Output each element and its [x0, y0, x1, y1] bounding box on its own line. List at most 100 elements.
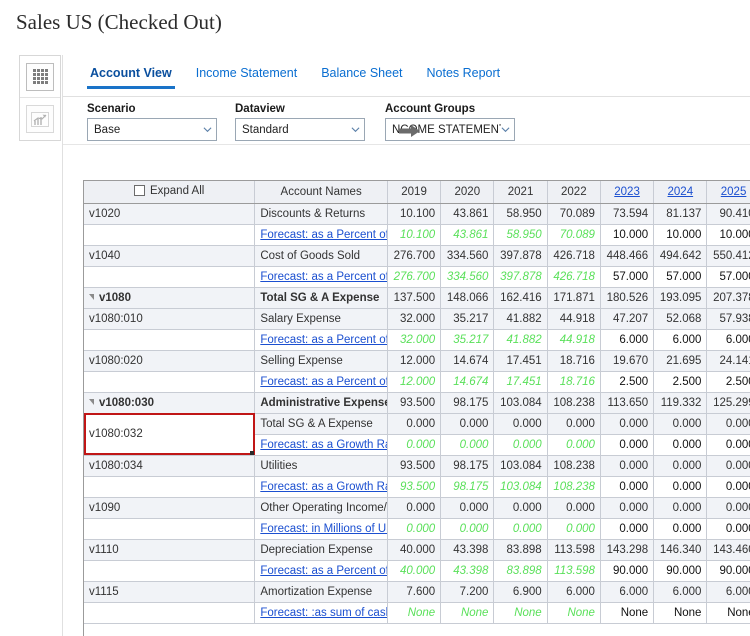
value-cell[interactable]: 0.000: [387, 497, 442, 519]
value-cell[interactable]: 148.066: [440, 287, 495, 309]
forecast-link[interactable]: Forecast: as a Percent of R: [260, 229, 386, 241]
value-cell[interactable]: 21.695: [653, 350, 708, 372]
value-cell[interactable]: 108.238: [547, 455, 601, 477]
value-cell[interactable]: 0.000: [387, 518, 442, 540]
value-cell[interactable]: 10.100: [387, 203, 442, 225]
value-cell[interactable]: 113.650: [600, 392, 655, 414]
value-cell[interactable]: 18.716: [547, 371, 601, 393]
table-row[interactable]: v1080:034 Utilities 93.500 98.175 103.084 108…: [84, 455, 750, 477]
table-row[interactable]: v1020 Discounts & Returns 10.100 43.861 58.9…: [84, 203, 750, 225]
table-row[interactable]: v1115 Amortization Expense 7.600 7.200 6.900…: [84, 581, 750, 603]
value-cell[interactable]: 113.598: [547, 539, 601, 561]
forecast-link-cell[interactable]: Forecast: as a Percent of R: [254, 224, 388, 246]
value-cell[interactable]: 180.526: [600, 287, 655, 309]
table-row[interactable]: v1090 Other Operating Income/(E 0.000 0.000…: [84, 497, 750, 519]
value-cell[interactable]: 334.560: [440, 245, 495, 267]
forecast-link-cell[interactable]: Forecast: in Millions of US: [254, 518, 388, 540]
value-cell[interactable]: 7.200: [440, 581, 495, 603]
value-cell[interactable]: 93.500: [387, 392, 442, 414]
table-row[interactable]: v1080:032 Total SG & A Expense 0.000 0.000 0…: [84, 413, 750, 456]
value-cell[interactable]: 193.095: [653, 287, 708, 309]
value-cell[interactable]: 98.175: [440, 392, 495, 414]
forecast-link[interactable]: Forecast: as a Percent of D: [260, 565, 386, 577]
value-cell[interactable]: 0.000: [493, 518, 548, 540]
value-cell[interactable]: 137.500: [387, 287, 442, 309]
forecast-link[interactable]: Forecast: :as sum of cash: [260, 607, 386, 619]
value-cell[interactable]: 10.000: [600, 224, 655, 246]
value-cell[interactable]: 2.500: [653, 371, 708, 393]
account-code-cell-empty[interactable]: [84, 560, 256, 582]
value-cell[interactable]: None: [493, 602, 548, 624]
year-header-2023[interactable]: 2023: [600, 181, 655, 204]
value-cell[interactable]: 70.089: [547, 224, 601, 246]
value-cell[interactable]: 52.068: [653, 308, 708, 330]
account-code-cell[interactable]: v1080:030: [84, 392, 256, 414]
forecast-link-cell[interactable]: Forecast: as a Percent of D: [254, 560, 388, 582]
value-cell[interactable]: 6.000: [600, 329, 655, 351]
value-cell[interactable]: 0.000: [706, 476, 750, 498]
table-row[interactable]: Forecast: as a Percent of S 12.000 14.674 1…: [84, 371, 750, 393]
table-row[interactable]: Forecast: as a Growth Rate 93.500 98.175 10…: [84, 476, 750, 498]
tab-notes-report[interactable]: Notes Report: [424, 63, 504, 89]
account-code-cell[interactable]: v1080:020: [84, 350, 256, 372]
value-cell[interactable]: 0.000: [600, 434, 655, 456]
value-cell[interactable]: 57.000: [653, 266, 708, 288]
account-code-cell-empty[interactable]: [84, 476, 256, 498]
value-cell[interactable]: 550.412: [706, 245, 750, 267]
value-cell[interactable]: 108.238: [547, 476, 601, 498]
value-cell[interactable]: 0.000: [493, 413, 548, 435]
value-cell[interactable]: 90.410: [706, 203, 750, 225]
value-cell[interactable]: 494.642: [653, 245, 708, 267]
dataview-select[interactable]: Standard: [235, 118, 365, 141]
value-cell[interactable]: 98.175: [440, 455, 495, 477]
forecast-link-cell[interactable]: Forecast: as a Percent of S: [254, 371, 388, 393]
value-cell[interactable]: 103.084: [493, 392, 548, 414]
account-code-cell[interactable]: v1080:010: [84, 308, 256, 330]
value-cell[interactable]: 397.878: [493, 245, 548, 267]
value-cell[interactable]: 83.898: [493, 560, 548, 582]
value-cell[interactable]: 0.000: [547, 434, 601, 456]
value-cell[interactable]: 0.000: [653, 455, 708, 477]
value-cell[interactable]: 44.918: [547, 329, 601, 351]
forecast-link-cell[interactable]: Forecast: as a Growth Rate: [254, 476, 388, 498]
value-cell[interactable]: 35.217: [440, 308, 495, 330]
table-row[interactable]: v1080:030 Administrative Expenses 93.500 98…: [84, 392, 750, 414]
value-cell[interactable]: 81.137: [653, 203, 708, 225]
account-code-cell-empty[interactable]: [84, 518, 256, 540]
value-cell[interactable]: 119.332: [653, 392, 708, 414]
value-cell[interactable]: 57.000: [600, 266, 655, 288]
value-cell[interactable]: 14.674: [440, 371, 495, 393]
value-cell[interactable]: 17.451: [493, 350, 548, 372]
value-cell[interactable]: 70.089: [547, 203, 601, 225]
value-cell[interactable]: 32.000: [387, 308, 442, 330]
value-cell[interactable]: 43.861: [440, 203, 495, 225]
value-cell[interactable]: 2.500: [600, 371, 655, 393]
value-cell[interactable]: 0.000: [653, 518, 708, 540]
value-cell[interactable]: 93.500: [387, 476, 442, 498]
value-cell[interactable]: 58.950: [493, 224, 548, 246]
value-cell[interactable]: 40.000: [387, 539, 442, 561]
year-header-2024[interactable]: 2024: [653, 181, 708, 204]
table-row[interactable]: v1110 Depreciation Expense 40.000 43.398 83.…: [84, 539, 750, 561]
value-cell[interactable]: 0.000: [706, 455, 750, 477]
forecast-link-cell[interactable]: Forecast: as a Percent of S: [254, 329, 388, 351]
account-code-cell-empty[interactable]: [84, 329, 256, 351]
value-cell[interactable]: None: [706, 602, 750, 624]
value-cell[interactable]: 0.000: [440, 497, 495, 519]
account-code-cell[interactable]: v1110: [84, 539, 256, 561]
account-code-cell[interactable]: v1080: [84, 287, 256, 309]
value-cell[interactable]: 0.000: [706, 518, 750, 540]
value-cell[interactable]: 90.000: [653, 560, 708, 582]
table-row[interactable]: v1040 Cost of Goods Sold 276.700 334.560 397…: [84, 245, 750, 267]
tab-balance-sheet[interactable]: Balance Sheet: [318, 63, 405, 89]
value-cell[interactable]: 0.000: [493, 497, 548, 519]
tab-income-statement[interactable]: Income Statement: [193, 63, 300, 89]
value-cell[interactable]: None: [440, 602, 495, 624]
value-cell[interactable]: 0.000: [600, 476, 655, 498]
value-cell[interactable]: 146.340: [653, 539, 708, 561]
value-cell[interactable]: 0.000: [387, 434, 442, 456]
value-cell[interactable]: 0.000: [706, 413, 750, 435]
value-cell[interactable]: 41.882: [493, 329, 548, 351]
value-cell[interactable]: 207.378: [706, 287, 750, 309]
account-code-cell-empty[interactable]: [84, 224, 256, 246]
